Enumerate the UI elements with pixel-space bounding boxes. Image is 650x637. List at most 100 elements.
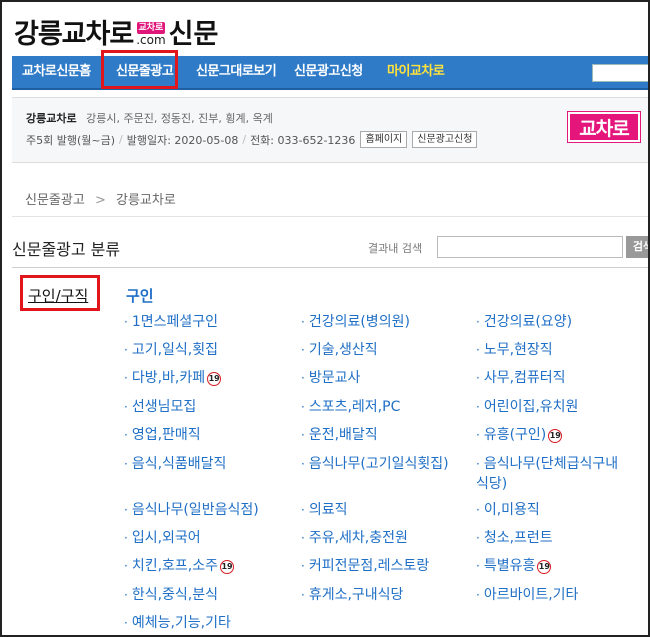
category-item[interactable]: · 청소,프런트 [476, 528, 553, 548]
site-logo[interactable]: 강릉교차로 교차로 .com 신문 [14, 16, 218, 50]
category-item[interactable]: · 선생님모집 [124, 397, 196, 417]
category-item-label: 음식나무(일반음식점) [131, 502, 259, 518]
paper-date: 발행일자: 2020-05-08 [126, 133, 239, 147]
category-item[interactable]: · 한식,중식,분식 [124, 585, 218, 605]
bullet-icon: · [124, 616, 128, 630]
category-left-highlight: 구인/구직 [20, 275, 100, 311]
category-item-label: 건강의료(병의원) [308, 314, 410, 330]
category-item[interactable]: · 커피전문점,레스토랑 [301, 556, 429, 576]
category-item-label: 방문교사 [308, 370, 361, 386]
category-item[interactable]: · 의료직 [301, 500, 347, 520]
nav-item-apply-ad[interactable]: 신문광고신청 [294, 56, 363, 88]
category-item[interactable]: · 치킨,호프,소주 19 [124, 556, 235, 576]
bullet-icon: · [476, 559, 480, 573]
result-search-input[interactable] [437, 236, 623, 258]
search-label: 결과내 검색 [368, 242, 423, 255]
category-item[interactable]: · 1면스페셜구인 [124, 312, 218, 332]
nav-item-home[interactable]: 교차로신문홈 [22, 56, 91, 88]
bullet-icon: · [476, 400, 480, 414]
category-item[interactable]: · 운전,배달직 [301, 425, 378, 445]
bullet-icon: · [301, 531, 305, 545]
category-item[interactable]: · 특별유흥 19 [476, 556, 552, 576]
category-item[interactable]: · 고기,일식,횟집 [124, 340, 218, 360]
category-item[interactable]: · 사무,컴퓨터직 [476, 368, 566, 388]
homepage-button[interactable]: 홈페이지 [360, 131, 408, 148]
category-item[interactable]: · 음식나무(고기일식횟집) [301, 454, 449, 474]
category-item[interactable]: · 이,미용직 [476, 500, 540, 520]
bullet-icon: · [124, 531, 128, 545]
subcategory-heading: 구인 [126, 287, 154, 305]
category-item[interactable]: · 건강의료(병의원) [301, 312, 410, 332]
bullet-icon: · [124, 343, 128, 357]
breadcrumb-root[interactable]: 신문줄광고 [25, 193, 85, 208]
category-item[interactable]: · 예체능,기능,기타 [124, 613, 231, 633]
category-item[interactable]: · 스포츠,레저,PC [301, 397, 400, 417]
adult-19-icon: 19 [207, 372, 222, 386]
apply-ad-button[interactable]: 신문광고신청 [412, 131, 478, 148]
section-title: 신문줄광고 분류 [12, 240, 121, 259]
category-item[interactable]: · 노무,현장직 [476, 340, 553, 360]
category-item[interactable]: · 음식나무(일반음식점) [124, 500, 259, 520]
bullet-icon: · [476, 428, 480, 442]
category-item-label: 청소,프런트 [483, 530, 553, 546]
bullet-icon: · [124, 457, 128, 471]
category-item[interactable]: · 음식,식품배달직 [124, 454, 226, 474]
category-item[interactable]: · 음식나무(단체급식구내식당) [476, 454, 626, 494]
category-item[interactable]: · 기술,생산직 [301, 340, 378, 360]
paper-issue: 주5회 발행(월~금) [26, 133, 116, 147]
separator: / [119, 133, 123, 146]
paper-info-box: 강릉교차로 강릉시, 주문진, 정동진, 진부, 횡계, 옥계 주5회 발행(월… [12, 97, 648, 163]
category-item-label: 영업,판매직 [131, 427, 201, 443]
nav-item-my[interactable]: 마이교차로 [387, 56, 445, 88]
logo-domain: 교차로 .com [136, 22, 166, 47]
nav-search-input[interactable] [592, 64, 648, 82]
category-item-label: 1면스페셜구인 [131, 314, 219, 330]
adult-19-icon: 19 [537, 560, 552, 574]
category-item[interactable]: · 유흥(구인) 19 [476, 425, 563, 445]
category-item-label: 건강의료(요양) [483, 314, 573, 330]
adult-19-icon: 19 [220, 560, 235, 574]
category-item[interactable]: · 어린이집,유치원 [476, 397, 578, 417]
result-search-button[interactable]: 검색 [626, 236, 648, 258]
category-item-label: 유흥(구인) [483, 427, 547, 443]
bullet-icon: · [301, 371, 305, 385]
bullet-icon: · [124, 371, 128, 385]
bullet-icon: · [124, 315, 128, 329]
category-item[interactable]: · 방문교사 [301, 368, 360, 388]
category-item-label: 음식나무(고기일식횟집) [308, 456, 449, 472]
category-item[interactable]: · 다방,바,카페 19 [124, 368, 222, 388]
category-item-label: 음식,식품배달직 [131, 456, 227, 472]
category-item[interactable]: · 아르바이트,기타 [476, 585, 578, 605]
bullet-icon: · [476, 457, 480, 471]
bullet-icon: · [301, 315, 305, 329]
bullet-icon: · [124, 428, 128, 442]
bullet-icon: · [301, 343, 305, 357]
bullet-icon: · [301, 588, 305, 602]
category-item-label: 예체능,기능,기타 [131, 615, 231, 631]
category-item-label: 고기,일식,횟집 [131, 342, 219, 358]
category-item-label: 기술,생산직 [308, 342, 378, 358]
category-item-label: 치킨,호프,소주 [131, 558, 219, 574]
category-item-label: 특별유흥 [483, 558, 536, 574]
category-item-label: 선생님모집 [131, 399, 197, 415]
bullet-icon: · [124, 503, 128, 517]
category-item[interactable]: · 영업,판매직 [124, 425, 201, 445]
category-item[interactable]: · 입시,외국어 [124, 528, 201, 548]
category-item-label: 이,미용직 [483, 502, 540, 518]
breadcrumb-arrow: > [94, 193, 106, 208]
nav-highlight-box [101, 50, 178, 89]
nav-item-view-paper[interactable]: 신문그대로보기 [196, 56, 277, 88]
category-item[interactable]: · 휴게소,구내식당 [301, 585, 403, 605]
bullet-icon: · [476, 588, 480, 602]
separator: / [242, 133, 247, 146]
category-item[interactable]: · 건강의료(요양) [476, 312, 572, 332]
category-item-label: 음식나무(단체급식구내식당) [476, 456, 619, 492]
bullet-icon: · [301, 559, 305, 573]
bullet-icon: · [301, 428, 305, 442]
breadcrumb-current[interactable]: 강릉교차로 [116, 193, 176, 208]
bullet-icon: · [476, 371, 480, 385]
category-item[interactable]: · 주유,세차,충전원 [301, 528, 408, 548]
category-item-label: 주유,세차,충전원 [308, 530, 408, 546]
category-job[interactable]: 구인/구직 [28, 285, 88, 306]
bullet-icon: · [476, 531, 480, 545]
